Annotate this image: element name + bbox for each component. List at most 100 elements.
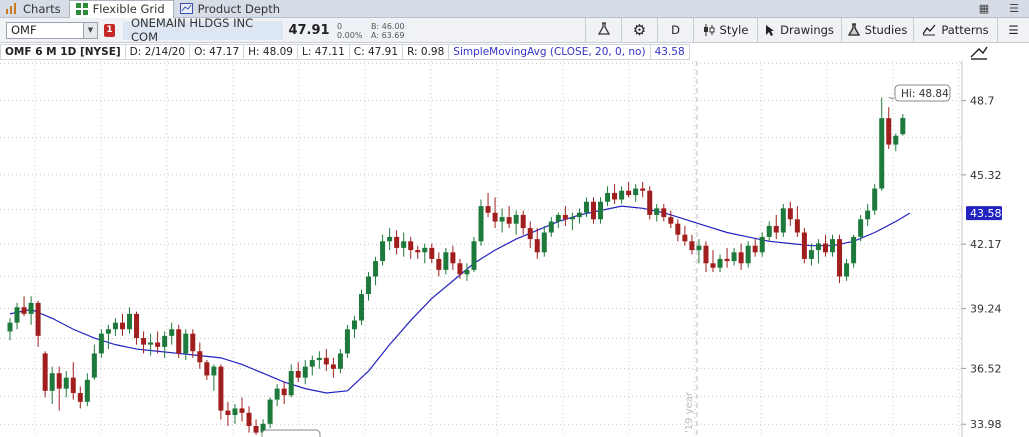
candle (281, 382, 287, 405)
drawings-button[interactable]: Drawings (757, 17, 841, 43)
candle (28, 296, 34, 325)
candle (330, 357, 336, 378)
candle-body (373, 261, 379, 277)
tab-flexible-grid[interactable]: Flexible Grid (68, 0, 174, 18)
candle (7, 318, 13, 341)
candle (450, 245, 456, 270)
patterns-icon (922, 24, 936, 36)
symbol-value: OMF (11, 23, 37, 37)
candle-body (148, 342, 154, 345)
candle (499, 208, 505, 233)
candle-body (865, 210, 871, 220)
candle-body (478, 206, 484, 242)
candle-body (520, 214, 526, 229)
candle (640, 181, 646, 198)
gear-icon: ⚙ (632, 21, 647, 39)
candle-body (253, 426, 259, 433)
layout-grid-icon[interactable]: ▦ (969, 2, 999, 15)
candle-body (759, 236, 765, 253)
patterns-button[interactable]: Patterns (913, 17, 997, 43)
chevron-down-icon[interactable]: ▼ (83, 22, 97, 38)
style-button[interactable]: Style (693, 17, 757, 43)
candle-body (302, 366, 308, 378)
candle-body (900, 117, 906, 135)
candle (127, 307, 133, 334)
candle (534, 228, 540, 259)
price-chart[interactable]: '19 year 33.98 36.52 39.24 42.17 45.32 48.7 43… (0, 61, 1029, 437)
candle-body (330, 364, 336, 369)
candle-body (141, 338, 147, 345)
range-value: R: 0.98 (402, 44, 450, 60)
candle-body (344, 329, 350, 354)
candle-body (155, 342, 161, 347)
candle (323, 349, 329, 372)
date-value: D: 2/14/20 (124, 44, 191, 60)
candle (731, 247, 737, 266)
candle-body (267, 399, 273, 424)
settings-button[interactable]: ⚙ (621, 17, 657, 43)
candle-body (605, 192, 611, 202)
candle (351, 316, 357, 339)
candle-body (724, 258, 730, 262)
candle (703, 241, 709, 273)
candle-body (443, 252, 449, 270)
candle-body (766, 225, 772, 237)
menu-icon[interactable]: ☰ (999, 2, 1029, 15)
candle-body (780, 208, 786, 233)
candle (63, 371, 69, 398)
candle (267, 397, 273, 429)
candle (155, 331, 161, 354)
y-tick-label: 45.32 (970, 169, 1002, 182)
candle (619, 186, 625, 204)
candle (661, 203, 667, 222)
flask-icon (597, 21, 610, 39)
candle (246, 406, 252, 433)
alert-badge[interactable]: 1 (104, 23, 115, 37)
candle (344, 324, 350, 358)
studies-label: Studies (864, 23, 908, 37)
candle-body (682, 234, 688, 242)
candle (794, 206, 800, 237)
candle-body (661, 208, 667, 218)
candle (253, 419, 259, 435)
tab-charts[interactable]: Charts (0, 0, 69, 17)
candle (148, 333, 154, 356)
candle (837, 234, 843, 284)
candle-body (696, 245, 702, 251)
tab-product-depth[interactable]: Product Depth (174, 0, 288, 17)
candle-body (485, 206, 491, 213)
candle-body (169, 329, 175, 336)
candle-body (112, 322, 118, 330)
candle-body (408, 241, 414, 251)
candle-body (309, 360, 315, 367)
studies-flask-icon (847, 23, 860, 37)
candle-body (815, 243, 821, 251)
candle (211, 364, 217, 391)
tab-label: Product Depth (197, 1, 281, 16)
symbol-selector[interactable]: OMF ▼ (6, 21, 98, 39)
candle (105, 324, 111, 350)
year-label: '19 year (684, 391, 695, 433)
candle-body (176, 329, 182, 354)
candle (478, 199, 484, 246)
candle-body (211, 366, 217, 376)
study-label[interactable]: SimpleMovingAvg (CLOSE, 20, 0, no) (448, 44, 651, 60)
candle (35, 300, 41, 347)
aggregation-label: D (671, 23, 680, 37)
y-tick-label: 39.24 (970, 303, 1002, 316)
candle (844, 258, 850, 281)
flask-button[interactable] (585, 17, 621, 43)
y-tick-label: 42.17 (970, 238, 1002, 251)
candle-body (689, 241, 695, 251)
candle-body (56, 373, 62, 389)
more-menu-button[interactable]: ☰ (997, 17, 1029, 43)
aggregation-button[interactable]: D (657, 17, 693, 43)
candle-body (77, 393, 83, 402)
candle-body (63, 377, 69, 389)
grid-icon (75, 3, 88, 15)
style-label: Style (719, 23, 749, 37)
studies-button[interactable]: Studies (841, 17, 913, 43)
candle (42, 351, 48, 398)
candle-body (675, 223, 681, 235)
sma-polyline (9, 205, 911, 394)
